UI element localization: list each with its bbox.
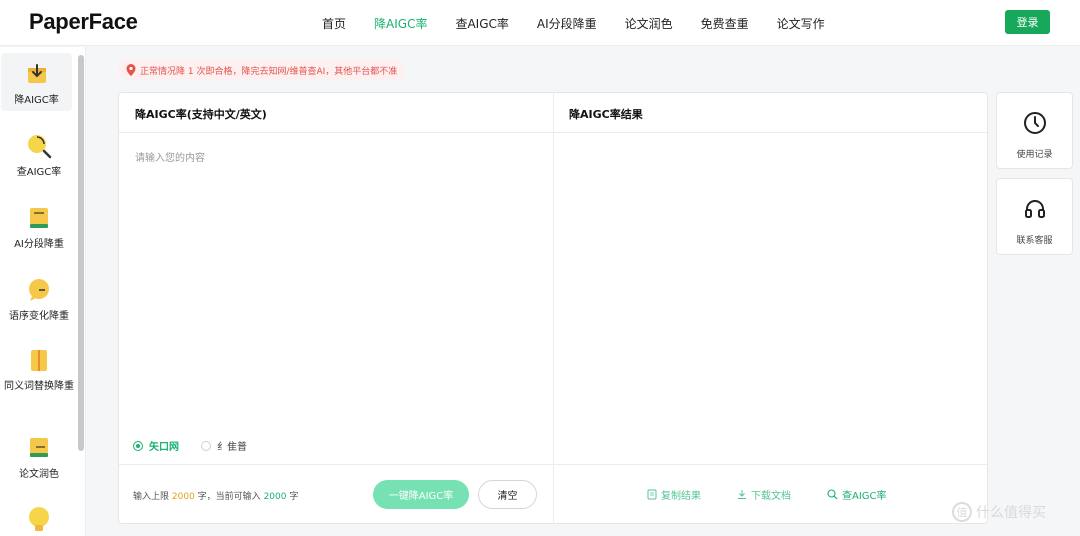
sidebar-item-check-aigc[interactable]: 查AIGC率 (0, 131, 78, 181)
copy-result-button[interactable]: 复制结果 (647, 487, 701, 502)
contact-support-button[interactable]: 联系客服 (996, 178, 1073, 255)
sidebar-item-label: 降AIGC率 (14, 95, 59, 106)
nav-item-check-aigc[interactable]: 查AIGC率 (455, 15, 508, 32)
document-icon (24, 345, 54, 375)
sidebar-item-more[interactable] (0, 505, 78, 535)
sidebar-item-reduce-aigc[interactable]: 降AIGC率 (1, 53, 72, 111)
radio-cnki[interactable]: 矢口网 (133, 438, 179, 453)
login-button[interactable]: 登录 (1005, 10, 1050, 34)
logo[interactable]: PaperFace (29, 9, 138, 35)
input-panel-title: 降AIGC率(支持中文/英文) (135, 108, 267, 121)
sidebar-item-label: 论文润色 (19, 469, 59, 480)
location-pin-icon (126, 64, 136, 76)
main-nav: 首页 降AIGC率 查AIGC率 AI分段降重 论文润色 免费查重 论文写作 (308, 0, 839, 46)
action-label: 查AIGC率 (842, 491, 887, 502)
sidebar-item-polish[interactable]: 论文润色 (0, 433, 78, 483)
notice-text: 正常情况降 1 次即合格，降完去知网/维普查AI，其他平台都不准 (140, 66, 398, 77)
sidebar: 降AIGC率 查AIGC率 AI分段降重 语序变化降重 同义词替换降重 论文润色 (0, 47, 86, 536)
clear-button[interactable]: 清空 (478, 480, 537, 509)
radio-unchecked-icon (201, 440, 211, 451)
sidebar-item-ai-segment[interactable]: AI分段降重 (0, 203, 78, 253)
clock-icon (1023, 111, 1047, 139)
sidebar-item-label: 同义词替换降重 (4, 381, 74, 392)
radio-checked-icon (133, 440, 143, 451)
editor-panel: 降AIGC率(支持中文/英文) 降AIGC率结果 矢口网 纟隹普 输入上限 20… (118, 92, 988, 524)
radio-label: 纟隹普 (217, 442, 247, 453)
radio-vip[interactable]: 纟隹普 (201, 438, 247, 453)
limit-suffix: 字 (289, 492, 299, 502)
sidebar-item-label: 查AIGC率 (16, 167, 62, 178)
usage-history-button[interactable]: 使用记录 (996, 92, 1073, 169)
download-icon (22, 59, 52, 89)
action-label: 复制结果 (661, 491, 701, 502)
nav-item-home[interactable]: 首页 (322, 15, 346, 32)
sidebar-item-word-order[interactable]: 语序变化降重 (0, 275, 78, 325)
platform-radio-group: 矢口网 纟隹普 (133, 438, 269, 453)
result-actions: 复制结果 下载文档 查AIGC率 (647, 487, 887, 502)
nav-item-ai-segment[interactable]: AI分段降重 (537, 15, 597, 32)
magnifier-icon (24, 131, 54, 161)
sidebar-item-label: AI分段降重 (14, 239, 64, 250)
sidebar-item-label: 语序变化降重 (9, 311, 69, 322)
limit-prefix: 输入上限 (133, 492, 170, 502)
nav-item-free-check[interactable]: 免费查重 (701, 15, 749, 32)
sidebar-scrollbar[interactable] (78, 55, 84, 451)
watermark: 值 什么值得买 (952, 502, 1046, 522)
headset-icon (1023, 197, 1047, 225)
sidebar-item-synonym[interactable]: 同义词替换降重 (0, 345, 78, 395)
chat-bubble-icon (24, 275, 54, 305)
tool-label: 联系客服 (1016, 236, 1053, 246)
check-aigc-button[interactable]: 查AIGC率 (827, 487, 887, 502)
radio-label: 矢口网 (149, 442, 179, 453)
result-panel-title: 降AIGC率结果 (569, 108, 643, 121)
content-input[interactable] (129, 143, 543, 433)
watermark-text: 什么值得买 (976, 505, 1046, 521)
divider (119, 464, 987, 465)
tool-label: 使用记录 (1016, 150, 1053, 160)
download-doc-button[interactable]: 下载文档 (737, 487, 791, 502)
search-icon (827, 489, 838, 500)
book-pen-icon (24, 433, 54, 463)
input-limit-text: 输入上限 2000 字，当前可输入 2000 字 (133, 489, 298, 502)
action-label: 下载文档 (751, 491, 791, 502)
limit-mid: 字，当前可输入 (197, 492, 261, 502)
top-header: PaperFace 首页 降AIGC率 查AIGC率 AI分段降重 论文润色 免… (0, 0, 1080, 46)
nav-item-writing[interactable]: 论文写作 (777, 15, 825, 32)
copy-icon (647, 489, 657, 500)
limit-value: 2000 (171, 492, 195, 502)
watermark-badge: 值 (952, 502, 972, 522)
book-icon (24, 203, 54, 233)
remaining-value: 2000 (263, 492, 287, 502)
notice-banner: 正常情况降 1 次即合格，降完去知网/维普查AI，其他平台都不准 (118, 60, 406, 80)
download-icon (738, 490, 746, 499)
reduce-aigc-button[interactable]: 一键降AIGC率 (373, 480, 469, 509)
nav-item-reduce-aigc[interactable]: 降AIGC率 (374, 15, 427, 32)
nav-item-polish[interactable]: 论文润色 (625, 15, 673, 32)
divider (553, 93, 554, 523)
lightbulb-icon (24, 505, 54, 535)
